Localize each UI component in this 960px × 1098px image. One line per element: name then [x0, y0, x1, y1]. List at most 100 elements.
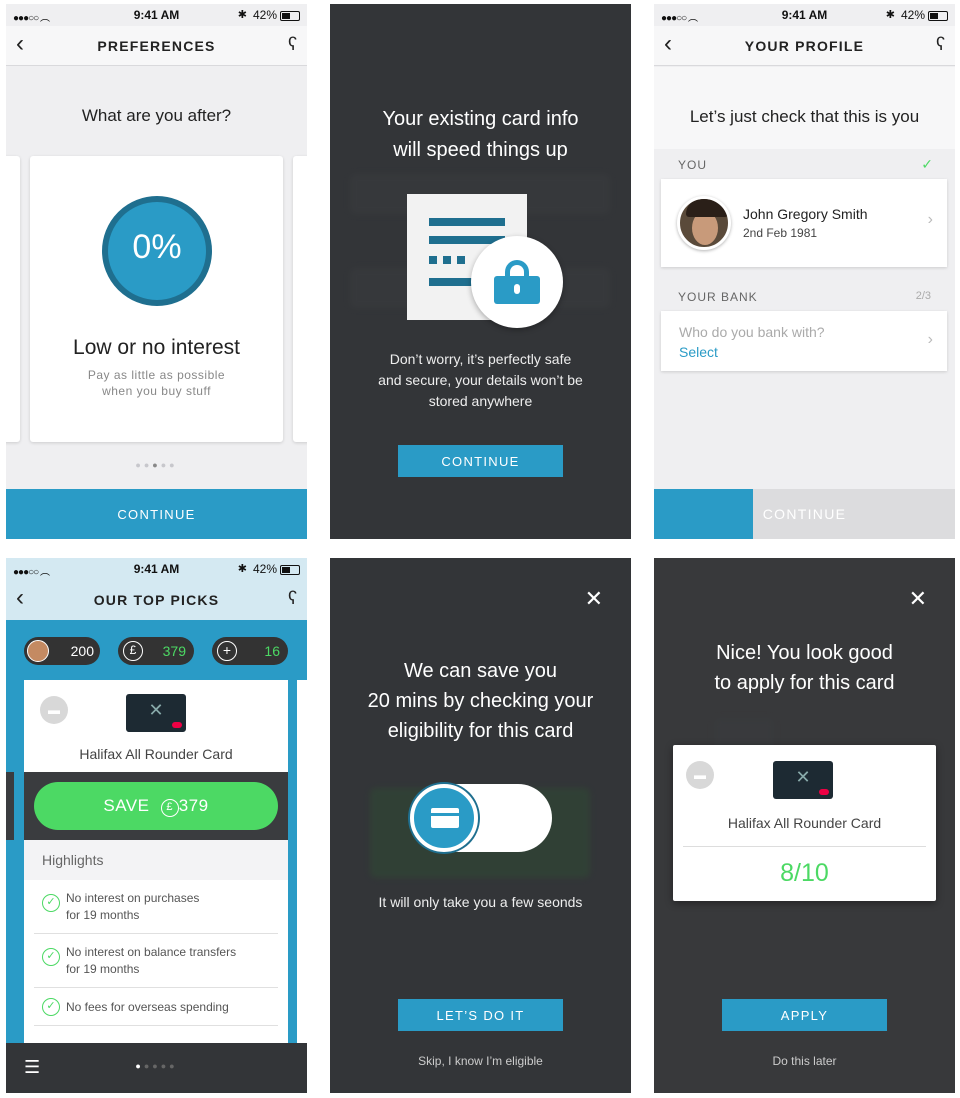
close-icon[interactable]: ✕ [585, 586, 603, 612]
divider [683, 846, 926, 847]
card-name: Halifax All Rounder Card [79, 746, 233, 762]
result-card: ▬ ✕ Halifax All Rounder Card 8/10 [673, 745, 936, 901]
screen-card-info: Your existing card info will speed thing… [330, 4, 631, 539]
credit-card-image: ✕ [126, 694, 186, 732]
bank-select-row[interactable]: Who do you bank with? Select › [661, 311, 947, 371]
heading-area: Let’s just check that this is you [654, 67, 955, 149]
page-dots: ●●●●● [135, 1061, 178, 1071]
page-title: YOUR PROFILE [744, 38, 865, 54]
check-circle-icon: ✓ [42, 948, 60, 966]
highlights-label: Highlights [42, 852, 104, 868]
card-type-icon: ▬ [686, 761, 714, 789]
points-value: 200 [70, 643, 94, 659]
eligibility-toggle[interactable] [410, 784, 552, 852]
nav-bar: ‹ OUR TOP PICKS ʕ [6, 580, 307, 620]
continue-label: CONTINUE [762, 506, 847, 522]
bottom-bar: ☰ ●●●●● [6, 1043, 307, 1093]
option-card[interactable]: 0% Low or no interest Pay as little as p… [30, 156, 283, 442]
save-label: SAVE [103, 796, 150, 815]
profile-row[interactable]: John Gregory Smith 2nd Feb 1981 › [661, 179, 947, 267]
status-bar: ●●●○○ ︵ 9:41 AM ✱ 42% [654, 4, 955, 26]
status-bar: ●●●○○ ︵ 9:41 AM ✱ 42% [6, 558, 307, 580]
check-circle-icon: ✓ [42, 998, 60, 1016]
option-title: Low or no interest [73, 336, 240, 359]
percent-badge-icon: 0% [102, 196, 212, 306]
heading-line-1: Nice! You look good [716, 642, 893, 664]
do-this-later-link[interactable]: Do this later [654, 1054, 955, 1068]
prev-card-peek[interactable] [6, 156, 20, 442]
lets-do-it-button[interactable]: LET’S DO IT [398, 999, 563, 1031]
chevron-right-icon: › [927, 331, 933, 348]
page-title: OUR TOP PICKS [93, 592, 220, 608]
screen-eligibility: ✕ We can save you 20 mins by checking yo… [330, 558, 631, 1093]
chevron-right-icon: › [927, 211, 933, 228]
highlights-header: Highlights [24, 840, 288, 880]
screen-top-picks: ●●●○○ ︵ 9:41 AM ✱ 42% ‹ OUR TOP PICKS ʕ … [6, 558, 307, 1093]
save-button[interactable]: SAVE £379 [34, 782, 278, 830]
battery-icon [928, 11, 948, 21]
profile-name: John Gregory Smith [743, 206, 868, 222]
you-label: YOU [678, 158, 708, 172]
prev-card-peek [6, 772, 14, 840]
highlight-item: ✓ No interest on purchases for 19 months [34, 880, 278, 934]
points-pill[interactable]: 200 [24, 637, 100, 665]
savings-value: 379 [162, 643, 186, 659]
check-circle-icon: ✓ [42, 894, 60, 912]
bank-question: Who do you bank with? [679, 324, 825, 340]
bluetooth-icon: ✱ [237, 9, 247, 21]
help-icon[interactable]: ʕ [936, 34, 945, 55]
page-heading: What are you after? [81, 106, 232, 125]
highlight-line-1: No fees for overseas spending [66, 1000, 229, 1014]
heading-line-2: 20 mins by checking your [367, 690, 594, 712]
savings-pill[interactable]: £ 379 [118, 637, 194, 665]
bonus-value: 16 [264, 643, 280, 659]
battery-percent: 42% [252, 562, 277, 576]
continue-button-disabled[interactable]: CONTINUE [654, 489, 955, 539]
page-heading: Let’s just check that this is you [689, 107, 920, 126]
continue-button[interactable]: CONTINUE [6, 489, 307, 539]
pound-icon: £ [160, 799, 179, 817]
highlight-line-1: No interest on balance transfers [66, 945, 237, 959]
card-detail[interactable]: ▬ ✕ Halifax All Rounder Card SAVE £379 H… [24, 680, 288, 1093]
heading-line-1: Your existing card info [382, 108, 579, 130]
check-icon: ✓ [921, 156, 933, 172]
credit-card-image: ✕ [773, 761, 833, 799]
help-icon[interactable]: ʕ [288, 34, 297, 55]
help-icon[interactable]: ʕ [288, 588, 297, 609]
body-text: It will only take you a few seonds [378, 894, 583, 910]
heading-line-2: will speed things up [393, 139, 568, 161]
battery-icon [280, 11, 300, 21]
highlight-item: ✓ No fees for overseas spending [34, 988, 278, 1026]
save-amount: 379 [178, 796, 209, 815]
bank-select-link[interactable]: Select [679, 344, 718, 360]
apply-button[interactable]: APPLY [722, 999, 887, 1031]
option-subtitle-2: when you buy stuff [102, 384, 211, 398]
profile-dob: 2nd Feb 1981 [743, 226, 818, 240]
save-band: SAVE £379 [24, 772, 288, 840]
option-subtitle-1: Pay as little as possible [87, 368, 226, 382]
bonus-pill[interactable]: + 16 [212, 637, 288, 665]
page-title: PREFERENCES [97, 38, 216, 54]
lock-icon [471, 236, 563, 328]
bank-label: YOUR BANK [678, 290, 758, 304]
battery-percent: 42% [252, 8, 277, 22]
skip-link[interactable]: Skip, I know I’m eligible [330, 1054, 631, 1068]
percent-badge-text: 0% [132, 228, 182, 266]
card-type-icon: ▬ [40, 696, 68, 724]
body-line-2: and secure, your details won’t be [378, 372, 583, 388]
highlight-line-2: for 19 months [66, 962, 140, 976]
screen-your-profile: ●●●○○ ︵ 9:41 AM ✱ 42% ‹ YOUR PROFILE ʕ L… [654, 4, 955, 539]
bank-step: 2/3 [915, 290, 931, 302]
continue-button[interactable]: CONTINUE [398, 445, 563, 477]
card-icon [410, 784, 478, 852]
screen-preferences: ●●●○○ ︵ 9:41 AM ✱ 42% ‹ PREFERENCES ʕ Wh… [6, 4, 307, 539]
next-card-peek[interactable] [293, 156, 307, 442]
highlight-line-1: No interest on purchases [66, 891, 200, 905]
card-name: Halifax All Rounder Card [727, 815, 882, 831]
bluetooth-icon: ✱ [885, 9, 895, 21]
nav-bar: ‹ YOUR PROFILE ʕ [654, 26, 955, 66]
next-card-peek[interactable] [297, 680, 307, 1093]
screen-approval: ✕ Nice! You look good to apply for this … [654, 558, 955, 1093]
close-icon[interactable]: ✕ [909, 586, 927, 612]
battery-percent: 42% [900, 8, 925, 22]
